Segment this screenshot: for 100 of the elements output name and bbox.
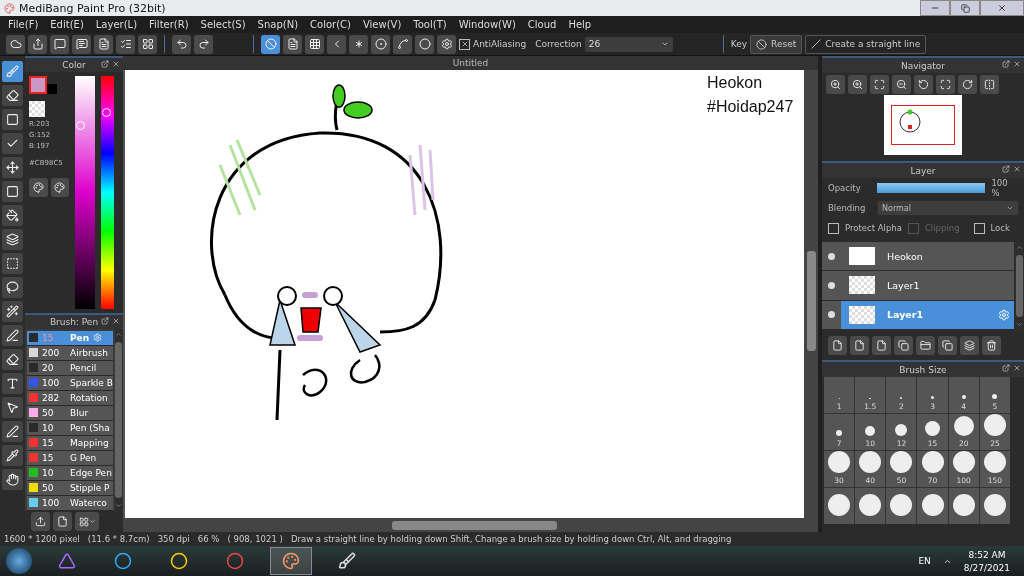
scrollbar[interactable] [114,329,123,511]
tool-button[interactable] [2,253,23,274]
snap-mode-button[interactable] [349,34,368,54]
tool-button[interactable] [2,109,23,130]
undock-icon[interactable] [1002,60,1010,68]
menu-item[interactable]: Edit(E) [44,19,90,30]
secondary-swatch[interactable] [47,84,57,95]
visibility-icon[interactable] [828,282,835,289]
upload-button[interactable] [31,512,50,531]
opacity-slider[interactable] [877,183,986,193]
clock[interactable]: 8:52 AM 8/27/2021 [963,549,1010,573]
tool-button[interactable] [2,445,23,466]
canvas[interactable]: Heokon #Hoidap247 [125,70,804,518]
layer-action-button[interactable] [960,335,979,355]
tool-button[interactable] [2,205,23,226]
color-swatch[interactable] [29,76,47,95]
toolbar-button[interactable] [50,34,69,54]
menu-item[interactable]: Color(C) [304,19,357,30]
tool-button[interactable] [2,397,23,418]
snap-mode-button[interactable] [371,34,390,54]
new-brush-button[interactable] [53,512,72,531]
tool-button[interactable] [2,421,23,442]
blending-dropdown[interactable]: Normal [878,201,1018,215]
navigator-button[interactable] [914,74,933,94]
toolbar-button[interactable] [94,34,113,54]
brush-size-cell[interactable] [948,488,979,524]
visibility-icon[interactable] [828,252,835,260]
tool-button[interactable] [2,301,23,322]
layer-action-button[interactable] [828,335,847,355]
tool-button[interactable] [2,133,23,154]
brush-size-cell[interactable] [917,488,948,524]
visibility-icon[interactable] [828,311,835,319]
snap-mode-button[interactable] [283,34,302,54]
settings-icon[interactable] [998,308,1010,321]
tool-button[interactable] [2,229,23,250]
layer-action-button[interactable] [938,335,957,355]
snap-mode-button[interactable] [393,34,412,54]
snap-mode-button[interactable] [415,34,434,54]
document-tab[interactable]: Untitled [123,56,818,70]
snap-mode-button[interactable] [437,34,456,54]
layer-action-button[interactable] [850,335,869,355]
menu-item[interactable]: File(F) [2,19,45,30]
menu-item[interactable]: Help [562,19,598,30]
maximize-button[interactable] [950,0,980,16]
toolbar-button[interactable] [138,34,157,54]
navigator-preview[interactable] [884,95,962,155]
menu-item[interactable]: Window(W) [452,19,522,30]
navigator-button[interactable] [892,74,911,94]
close-icon[interactable] [112,316,120,325]
brush-size-cell[interactable] [824,488,855,524]
tool-button[interactable] [2,157,23,178]
horizontal-scrollbar[interactable] [123,518,804,532]
menu-item[interactable]: Filter(R) [143,19,195,30]
navigator-button[interactable] [848,74,867,94]
undo-button[interactable] [172,34,191,54]
correction-dropdown[interactable]: 26 [584,36,673,52]
tool-button[interactable] [2,469,23,490]
menu-item[interactable]: Cloud [521,19,563,30]
navigator-button[interactable] [958,74,977,94]
undock-icon[interactable] [101,316,109,325]
hue-slider[interactable] [101,76,114,309]
toolbar-button[interactable] [6,34,25,54]
snap-mode-button[interactable] [327,34,346,54]
menu-item[interactable]: Snap(N) [251,19,305,30]
toolbar-button[interactable] [28,34,47,54]
navigator-button[interactable] [936,74,955,94]
navigator-button[interactable] [980,74,999,94]
toolbar-button[interactable] [116,34,135,54]
redo-button[interactable] [194,34,213,54]
transparent-swatch[interactable] [29,101,45,118]
layer-action-button[interactable] [872,335,891,355]
antialiasing-checkbox[interactable] [459,38,470,50]
palette-button[interactable] [50,178,69,198]
brush-size-cell[interactable] [979,488,1010,524]
straight-line-button[interactable]: Create a straight line [805,34,927,54]
snap-mode-button[interactable] [261,34,280,54]
menu-item[interactable]: Select(S) [194,19,252,30]
close-icon[interactable] [1013,165,1021,173]
layer-action-button[interactable] [894,335,913,355]
menu-item[interactable]: Layer(L) [89,19,144,30]
layer-action-button[interactable] [916,335,935,355]
undock-icon[interactable] [1002,165,1010,173]
menu-item[interactable]: Tool(T) [407,19,453,30]
brush-size-cell[interactable] [855,488,886,524]
toolbar-button[interactable] [72,34,91,54]
tool-button[interactable] [2,85,23,106]
saturation-gradient[interactable] [75,76,95,309]
tool-button[interactable] [2,277,23,298]
close-icon[interactable] [112,60,120,68]
protect-alpha-checkbox[interactable] [828,222,839,234]
menu-item[interactable]: View(V) [356,19,408,30]
brush-size-cell[interactable] [886,488,917,524]
undock-icon[interactable] [1002,364,1010,372]
navigator-button[interactable] [826,74,845,94]
reset-button[interactable]: Reset [750,34,803,54]
tool-button[interactable] [2,349,23,370]
navigator-button[interactable] [870,74,889,94]
layer-action-button[interactable] [982,335,1001,355]
undock-icon[interactable] [101,60,109,68]
palette-button[interactable] [29,178,48,198]
